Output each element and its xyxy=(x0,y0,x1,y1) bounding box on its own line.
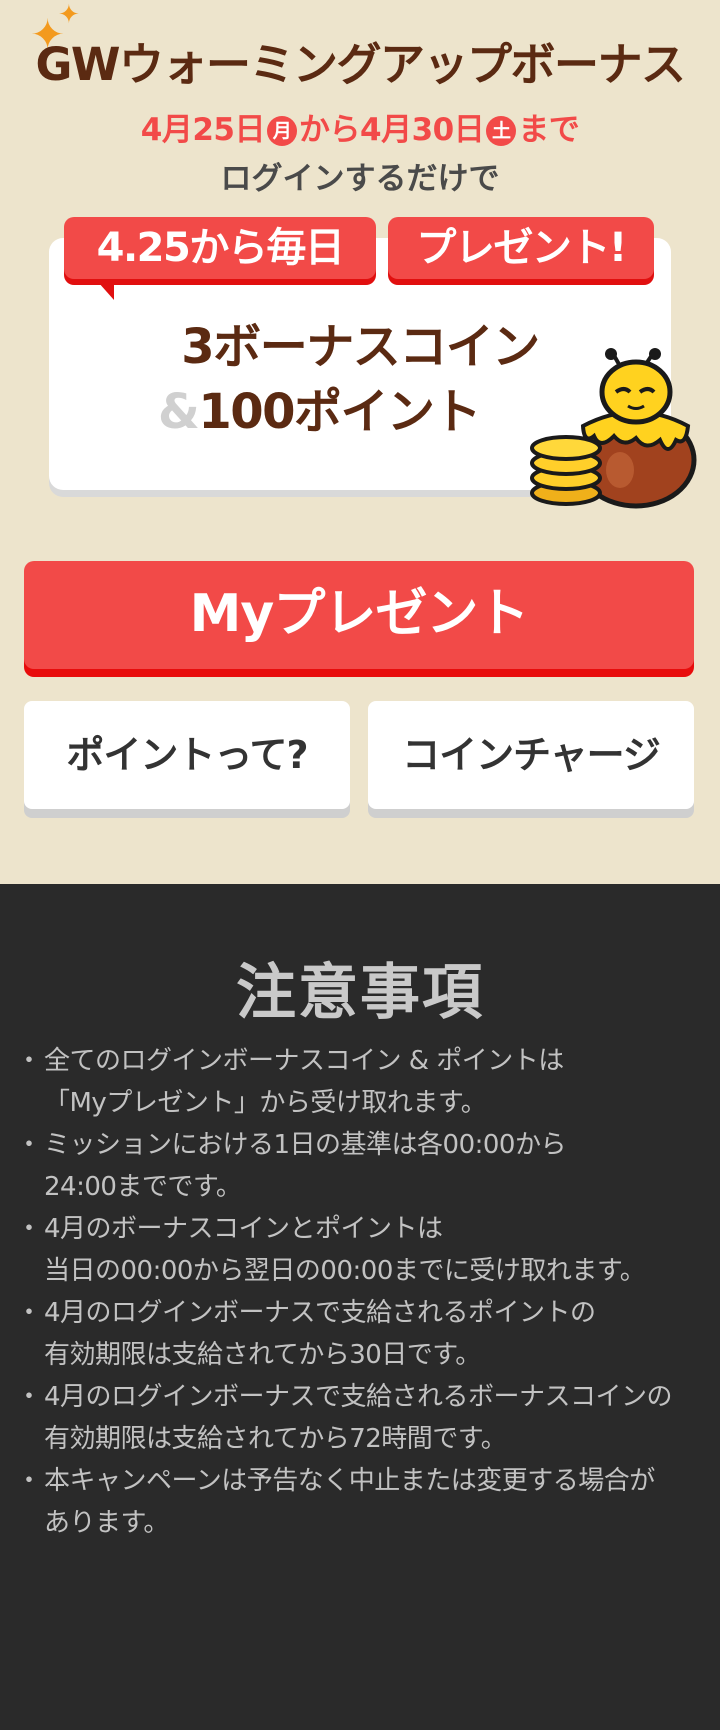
date-mid: から4月30日 xyxy=(299,112,485,148)
ribbon-daily: 4.25から毎日 xyxy=(64,217,376,279)
note-item: 全てのログインボーナスコイン & ポイントは 「Myプレゼント」から受け取れます… xyxy=(16,1040,704,1124)
points-info-button[interactable]: ポイントって? xyxy=(24,701,350,809)
title-wrap: GWウォーミングアップボーナス xyxy=(0,32,720,98)
campaign-period: 4月25日月から4月30日土まで xyxy=(0,104,720,149)
sparkle-small-icon: ✦ xyxy=(58,0,80,30)
campaign-banner: ✦ ✦ GWウォーミングアップボーナス 4月25日月から4月30日土まで ログイ… xyxy=(0,0,720,884)
ribbon-present: プレゼント! xyxy=(388,217,654,279)
notes-heading: 注意事項 xyxy=(236,958,484,1028)
ampersand: & xyxy=(157,384,200,440)
campaign-title: GWウォーミングアップボーナス xyxy=(31,32,688,98)
day-badge-end: 土 xyxy=(486,116,517,146)
notes-list: 全てのログインボーナスコイン & ポイントは 「Myプレゼント」から受け取れます… xyxy=(16,1040,704,1544)
reward-points-text: 100ポイント xyxy=(198,384,481,440)
note-item: ミッションにおける1日の基準は各00:00から 24:00までです。 xyxy=(16,1124,704,1208)
ribbon-tail xyxy=(98,282,114,300)
date-start: 4月25日 xyxy=(140,112,266,148)
campaign-subtitle: ログインするだけで xyxy=(220,161,500,197)
bee-mascot-illustration xyxy=(530,348,697,509)
coin-charge-button[interactable]: コインチャージ xyxy=(368,701,694,809)
date-suffix: まで xyxy=(518,112,580,148)
my-present-button[interactable]: Myプレゼント xyxy=(24,561,694,669)
note-item: 4月のログインボーナスで支給されるポイントの 有効期限は支給されてから30日です… xyxy=(16,1292,704,1376)
note-item: 本キャンペーンは予告なく中止または変更する場合が あります。 xyxy=(16,1460,704,1544)
note-item: 4月のログインボーナスで支給されるボーナスコインの 有効期限は支給されてから72… xyxy=(16,1376,704,1460)
note-item: 4月のボーナスコインとポイントは 当日の00:00から翌日の00:00までに受け… xyxy=(16,1208,704,1292)
day-badge-start: 月 xyxy=(267,116,297,146)
